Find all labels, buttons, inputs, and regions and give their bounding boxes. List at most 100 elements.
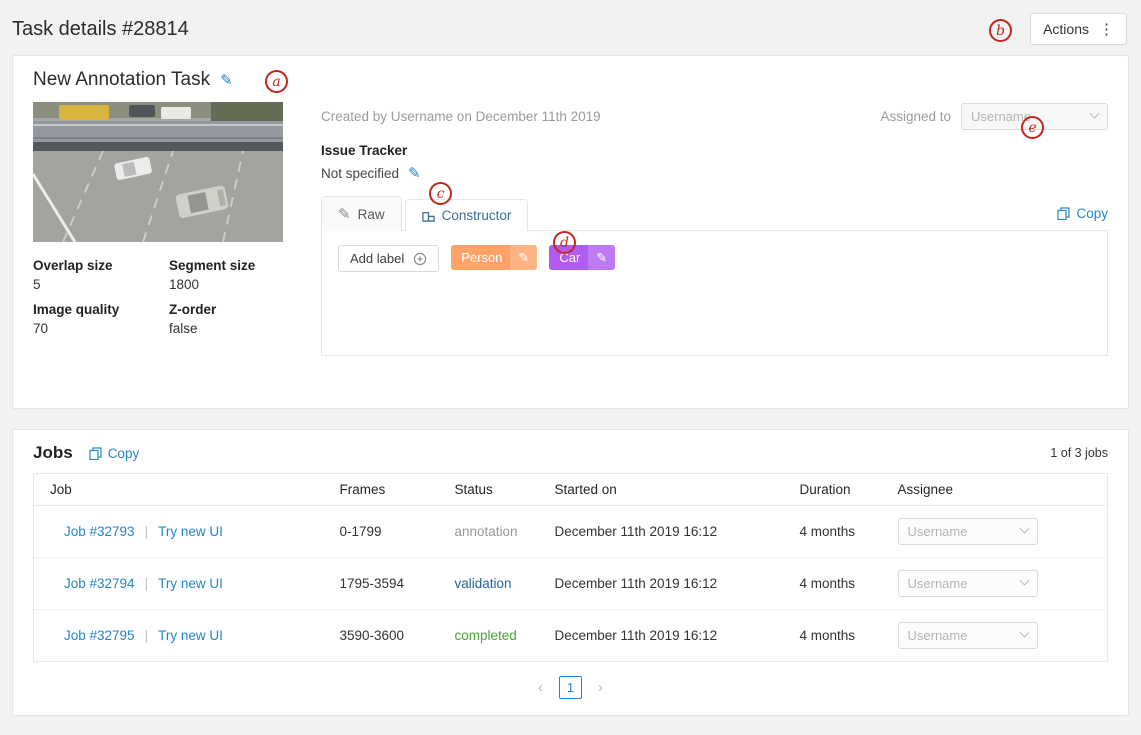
job-assignee-select[interactable]: Username xyxy=(898,622,1038,649)
param-label: Segment size xyxy=(169,258,283,273)
callout-a: a xyxy=(265,70,288,93)
link-separator: | xyxy=(145,628,149,643)
try-new-ui-link[interactable]: Try new UI xyxy=(158,524,223,539)
param-value: 70 xyxy=(33,321,169,336)
job-status: validation xyxy=(455,576,512,591)
street-scene-graphic xyxy=(33,102,283,242)
chevron-down-icon xyxy=(1019,524,1029,534)
task-meta-row: Created by Username on December 11th 201… xyxy=(321,102,1108,130)
more-vertical-icon: ⋮ xyxy=(1099,20,1114,38)
callout-b: b xyxy=(989,19,1012,42)
column-job: Job xyxy=(34,474,332,506)
assigned-to-label: Assigned to xyxy=(880,109,951,124)
label-tag-person[interactable]: Person ✎ xyxy=(451,245,537,270)
param-label: Overlap size xyxy=(33,258,169,273)
job-assignee-value: Username xyxy=(908,628,968,643)
link-separator: | xyxy=(145,524,149,539)
tab-constructor[interactable]: Constructor xyxy=(405,199,529,231)
tab-constructor-label: Constructor xyxy=(442,208,512,223)
jobs-header: Jobs Copy 1 of 3 jobs xyxy=(33,443,1108,463)
column-assignee: Assignee xyxy=(890,474,1108,506)
param-z-order: Z-order false xyxy=(169,302,283,336)
copy-labels-button[interactable]: Copy xyxy=(1057,206,1108,221)
jobs-card: Jobs Copy 1 of 3 jobs Job Frames Status … xyxy=(12,429,1129,716)
job-assignee-value: Username xyxy=(908,576,968,591)
column-duration: Duration xyxy=(792,474,890,506)
labels-constructor-panel: Add label Person ✎ Car ✎ xyxy=(321,230,1108,356)
add-label-text: Add label xyxy=(350,251,404,266)
job-status: annotation xyxy=(455,524,518,539)
edit-label-icon[interactable]: ✎ xyxy=(510,245,537,270)
task-left-column: Overlap size 5 Segment size 1800 Image q… xyxy=(33,102,283,356)
job-row: Job #32795 | Try new UI 3590-3600 complete… xyxy=(34,610,1108,662)
job-started-on: December 11th 2019 16:12 xyxy=(547,506,792,558)
tab-raw-label: Raw xyxy=(358,207,385,222)
callout-d: d xyxy=(553,231,576,254)
task-parameters: Overlap size 5 Segment size 1800 Image q… xyxy=(33,258,283,336)
jobs-table: Job Frames Status Started on Duration As… xyxy=(33,473,1108,662)
job-started-on: December 11th 2019 16:12 xyxy=(547,610,792,662)
copy-jobs-button[interactable]: Copy xyxy=(89,446,140,461)
chevron-down-icon xyxy=(1019,628,1029,638)
task-right-column: Created by Username on December 11th 201… xyxy=(321,102,1108,356)
pagination-page-1[interactable]: 1 xyxy=(559,676,582,699)
column-status: Status xyxy=(447,474,547,506)
issue-tracker-block: Issue Tracker Not specified ✎ xyxy=(321,143,1108,182)
job-duration: 4 months xyxy=(792,610,890,662)
copy-icon xyxy=(1057,207,1070,220)
job-assignee-select[interactable]: Username xyxy=(898,518,1038,545)
job-assignee-select[interactable]: Username xyxy=(898,570,1038,597)
job-row: Job #32794 | Try new UI 1795-3594 validati… xyxy=(34,558,1108,610)
param-overlap-size: Overlap size 5 xyxy=(33,258,169,292)
job-frames: 0-1799 xyxy=(332,506,447,558)
page-title: Task details #28814 xyxy=(12,18,189,41)
assigned-to-group: Assigned to Username xyxy=(880,103,1108,130)
top-bar: Task details #28814 Actions ⋮ xyxy=(0,0,1141,55)
pagination-next[interactable]: › xyxy=(598,679,603,696)
actions-button[interactable]: Actions ⋮ xyxy=(1030,13,1127,45)
constructor-build-icon xyxy=(422,209,435,222)
callout-e: e xyxy=(1021,116,1044,139)
chevron-down-icon xyxy=(1090,108,1100,118)
tab-raw[interactable]: ✎ Raw xyxy=(321,196,402,231)
jobs-table-header: Job Frames Status Started on Duration As… xyxy=(34,474,1108,506)
actions-button-label: Actions xyxy=(1043,21,1089,37)
task-body: Overlap size 5 Segment size 1800 Image q… xyxy=(33,102,1108,356)
created-by-text: Created by Username on December 11th 201… xyxy=(321,109,601,124)
param-label: Z-order xyxy=(169,302,283,317)
edit-task-name-icon[interactable]: ✎ xyxy=(220,71,233,89)
add-label-button[interactable]: Add label xyxy=(338,245,439,272)
chevron-down-icon xyxy=(1019,576,1029,586)
jobs-title: Jobs xyxy=(33,443,73,463)
job-started-on: December 11th 2019 16:12 xyxy=(547,558,792,610)
issue-tracker-label: Issue Tracker xyxy=(321,143,1108,158)
issue-tracker-value: Not specified xyxy=(321,166,399,181)
edit-label-icon[interactable]: ✎ xyxy=(588,245,615,270)
edit-issue-tracker-icon[interactable]: ✎ xyxy=(408,164,421,182)
job-frames: 3590-3600 xyxy=(332,610,447,662)
job-duration: 4 months xyxy=(792,506,890,558)
copy-jobs-label: Copy xyxy=(108,446,140,461)
job-row: Job #32793|Try new UI 0-1799 annotation … xyxy=(34,506,1108,558)
task-name: New Annotation Task xyxy=(33,69,210,91)
raw-edit-icon: ✎ xyxy=(338,205,351,223)
param-image-quality: Image quality 70 xyxy=(33,302,169,336)
try-new-ui-link[interactable]: Try new UI xyxy=(158,576,223,591)
param-value: 5 xyxy=(33,277,169,292)
job-link[interactable]: Job #32793 xyxy=(64,524,135,539)
task-name-row: New Annotation Task ✎ xyxy=(33,69,1108,91)
job-link[interactable]: Job #32794 xyxy=(64,576,135,591)
job-link[interactable]: Job #32795 xyxy=(64,628,135,643)
try-new-ui-link[interactable]: Try new UI xyxy=(158,628,223,643)
callout-c: c xyxy=(429,182,452,205)
job-status: completed xyxy=(455,628,517,643)
param-value: 1800 xyxy=(169,277,283,292)
pagination-prev[interactable]: ‹ xyxy=(538,679,543,696)
copy-labels-label: Copy xyxy=(1076,206,1108,221)
link-separator: | xyxy=(145,576,149,591)
job-assignee-value: Username xyxy=(908,524,968,539)
jobs-count: 1 of 3 jobs xyxy=(1050,446,1108,460)
job-frames: 1795-3594 xyxy=(332,558,447,610)
jobs-pagination: ‹ 1 › xyxy=(33,676,1108,699)
column-started-on: Started on xyxy=(547,474,792,506)
